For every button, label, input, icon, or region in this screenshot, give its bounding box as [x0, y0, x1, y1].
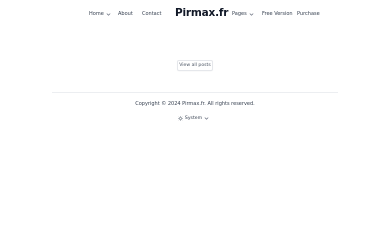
nav-about-label: About: [118, 11, 133, 17]
nav-purchase[interactable]: Purchase: [297, 11, 320, 17]
nav-contact[interactable]: Contact: [142, 11, 161, 17]
nav-home[interactable]: Home: [89, 11, 111, 17]
theme-label: System: [184, 115, 203, 121]
view-all-posts-button[interactable]: View all posts: [177, 60, 213, 71]
footer-divider: [52, 92, 338, 93]
theme-selector[interactable]: System: [177, 113, 210, 123]
chevron-down-icon: [249, 12, 254, 17]
chevron-down-icon: [204, 116, 209, 121]
site-logo[interactable]: Pirmax.fr: [175, 7, 228, 20]
nav-free-version[interactable]: Free Version: [262, 11, 293, 17]
nav-free-version-label: Free Version: [262, 11, 293, 17]
site-header: Home About Contact Pirmax.fr Pages Free …: [0, 0, 390, 28]
nav-contact-label: Contact: [142, 11, 162, 17]
nav-pages-label: Pages: [232, 11, 247, 17]
nav-pages[interactable]: Pages: [232, 11, 254, 17]
nav-about[interactable]: About: [118, 11, 133, 17]
nav-home-label: Home: [89, 11, 104, 17]
sun-icon: [177, 115, 183, 121]
page: Home About Contact Pirmax.fr Pages Free …: [0, 0, 390, 240]
chevron-down-icon: [106, 12, 111, 17]
copyright-text: Copyright © 2024 Pirmax.fr. All rights r…: [135, 101, 255, 107]
nav-purchase-label: Purchase: [297, 11, 320, 17]
